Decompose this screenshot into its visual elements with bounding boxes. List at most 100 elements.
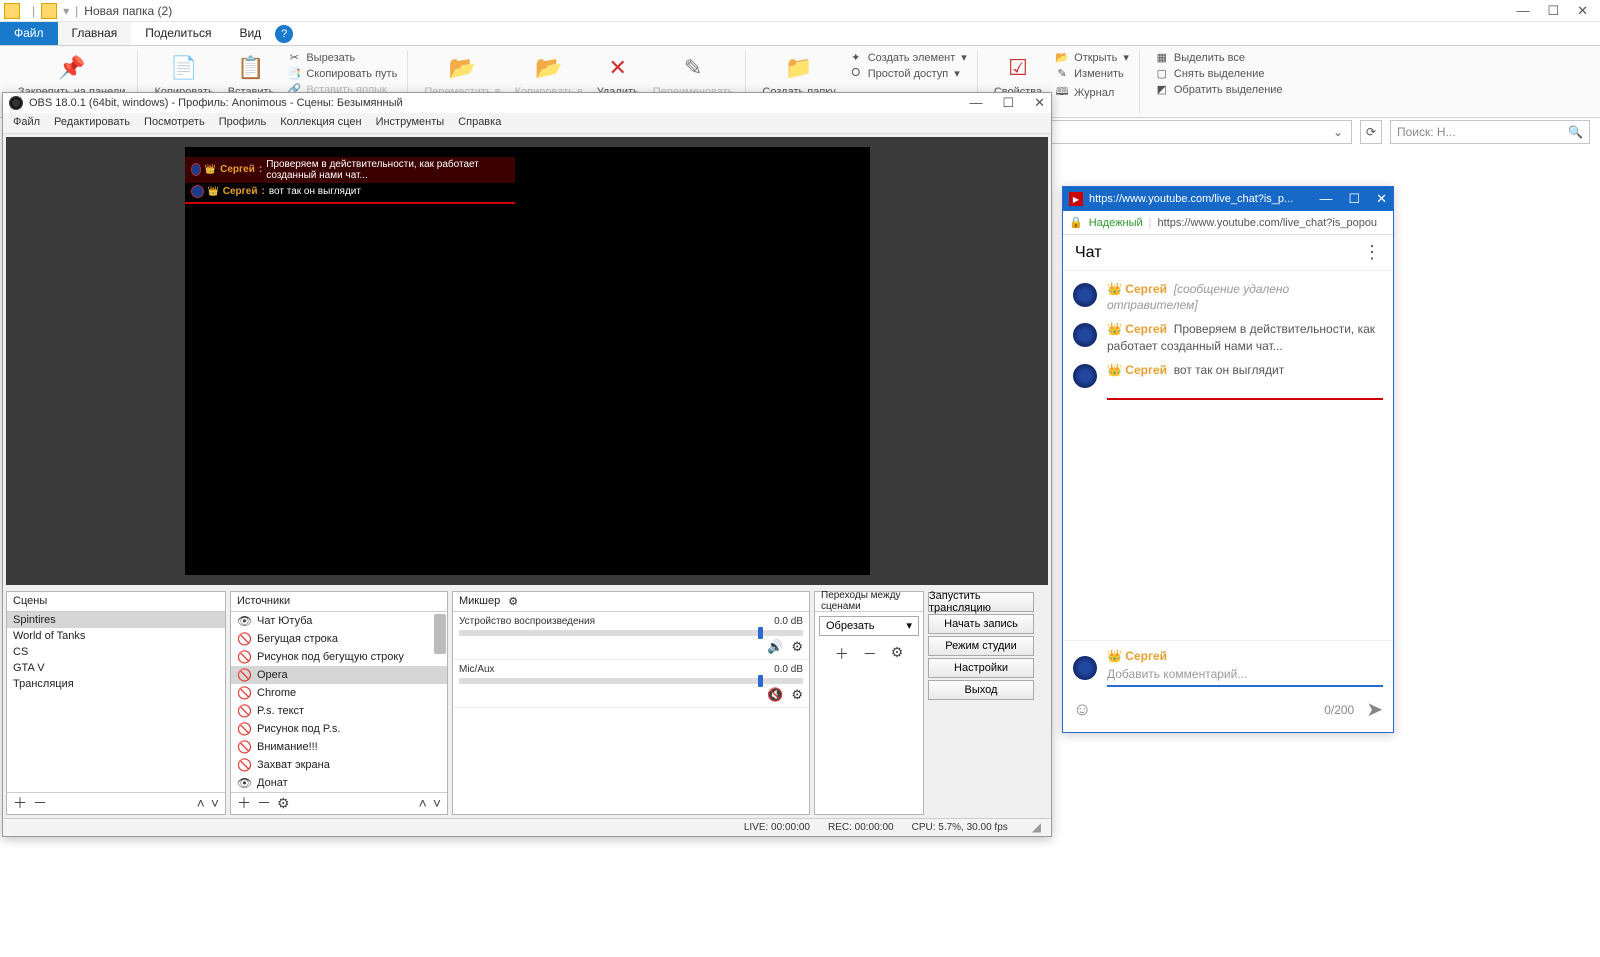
scene-item[interactable]: Трансляция [7,676,225,692]
source-item[interactable]: 👁Донат [231,774,447,792]
start-streaming-button[interactable]: Запустить трансляцию [928,592,1034,612]
gear-icon[interactable]: ⚙ [891,644,904,664]
exit-button[interactable]: Выход [928,680,1034,700]
close-button[interactable]: ✕ [1577,3,1588,19]
resize-grip-icon[interactable]: ◢ [1032,820,1041,834]
emoji-picker-icon[interactable]: ☺ [1073,699,1091,720]
open-button[interactable]: 📂Открыть▾ [1052,50,1131,65]
scene-item[interactable]: GTA V [7,660,225,676]
maximize-button[interactable]: ☐ [1348,191,1360,207]
scene-item[interactable]: CS [7,644,225,660]
move-down-button[interactable]: ˅ [433,795,441,811]
add-button[interactable]: ＋ [13,793,27,813]
add-button[interactable]: ＋ [237,793,251,813]
eye-icon[interactable]: 👁 [237,776,251,790]
move-up-button[interactable]: ˄ [419,795,427,811]
chevron-down-icon[interactable]: ⌄ [1329,125,1347,139]
source-item[interactable]: 👁Чат Ютуба [231,612,447,630]
maximize-button[interactable]: ☐ [1547,3,1559,19]
eye-off-icon[interactable]: 🚫 [237,704,251,718]
menu-help[interactable]: Справка [458,116,501,130]
maximize-button[interactable]: ☐ [1002,95,1014,111]
eye-off-icon[interactable]: 🚫 [237,650,251,664]
menu-tools[interactable]: Инструменты [376,116,445,130]
more-icon[interactable]: ⋮ [1363,242,1381,263]
close-button[interactable]: ✕ [1034,95,1045,111]
remove-button[interactable]: － [257,793,271,813]
eye-off-icon[interactable]: 🚫 [237,758,251,772]
source-item[interactable]: 🚫Chrome [231,684,447,702]
eye-off-icon[interactable]: 🚫 [237,722,251,736]
history-button[interactable]: 🕮Журнал [1052,82,1131,103]
eye-icon[interactable]: 👁 [237,614,251,628]
cut-button[interactable]: ✂Вырезать [284,50,399,65]
menu-profile[interactable]: Профиль [219,116,267,130]
eye-off-icon[interactable]: 🚫 [237,668,251,682]
slider-handle[interactable] [758,627,763,639]
help-icon[interactable]: ? [275,25,293,43]
sources-list[interactable]: 👁Чат Ютуба🚫Бегущая строка🚫Рисунок под бе… [231,612,447,792]
speaker-icon[interactable]: 🔊 [767,639,783,655]
mic-muted-icon[interactable]: 🔇 [767,687,783,703]
volume-slider[interactable] [459,678,803,684]
remove-button[interactable]: － [863,644,877,664]
menu-file[interactable]: Файл [13,116,40,130]
menu-view[interactable]: Посмотреть [144,116,205,130]
settings-button[interactable]: Настройки [928,658,1034,678]
scene-item[interactable]: Spintires [7,612,225,628]
source-item[interactable]: 🚫Рисунок под бегущую строку [231,648,447,666]
minimize-button[interactable]: — [1319,191,1332,207]
menu-scene-collection[interactable]: Коллекция сцен [280,116,361,130]
source-item[interactable]: 🚫Opera [231,666,447,684]
slider-handle[interactable] [758,675,763,687]
chat-message: 👑 Сергей [сообщение удалено отправителем… [1073,277,1383,317]
source-item[interactable]: 🚫Бегущая строка [231,630,447,648]
edit-button[interactable]: ✎Изменить [1052,66,1131,81]
close-button[interactable]: ✕ [1376,191,1387,207]
chat-underline [1107,398,1383,400]
tab-home[interactable]: Главная [58,22,132,45]
invert-selection-button[interactable]: ◩Обратить выделение [1152,82,1285,97]
select-none-button[interactable]: ▢Снять выделение [1152,66,1285,81]
obs-preview[interactable]: 👑 Сергей: Проверяем в действительности, … [6,137,1048,585]
eye-off-icon[interactable]: 🚫 [237,632,251,646]
remove-button[interactable]: － [33,793,47,813]
transition-select[interactable]: Обрезать▾ [819,616,919,636]
menu-edit[interactable]: Редактировать [54,116,130,130]
start-recording-button[interactable]: Начать запись [928,614,1034,634]
gear-icon[interactable]: ⚙ [791,687,803,703]
add-button[interactable]: ＋ [835,644,849,664]
eye-off-icon[interactable]: 🚫 [237,686,251,700]
studio-mode-button[interactable]: Режим студии [928,636,1034,656]
gear-icon[interactable]: ⚙ [508,595,518,608]
scene-item[interactable]: World of Tanks [7,628,225,644]
yt-chat-body[interactable]: 👑 Сергей [сообщение удалено отправителем… [1063,271,1393,640]
scrollbar-thumb[interactable] [434,614,446,654]
easy-access-button[interactable]: ⭘Простой доступ▾ [846,66,969,81]
new-item-button[interactable]: ✦Создать элемент▾ [846,50,969,65]
scenes-list[interactable]: Spintires World of Tanks CS GTA V Трансл… [7,612,225,792]
minimize-button[interactable]: — [969,95,982,111]
search-input[interactable]: Поиск: Н...🔍 [1390,120,1590,144]
comment-input[interactable]: Добавить комментарий... [1107,663,1383,687]
move-up-button[interactable]: ˄ [197,795,205,811]
source-item[interactable]: 🚫Захват экрана [231,756,447,774]
qat-dropdown-icon[interactable]: ▾ [63,4,69,18]
eye-off-icon[interactable]: 🚫 [237,740,251,754]
move-down-button[interactable]: ˅ [211,795,219,811]
yt-address-bar[interactable]: 🔒 Надежный | https://www.youtube.com/liv… [1063,211,1393,235]
refresh-button[interactable]: ⟳ [1360,120,1382,144]
gear-icon[interactable]: ⚙ [791,639,803,655]
volume-slider[interactable] [459,630,803,636]
minimize-button[interactable]: — [1516,3,1529,19]
source-item[interactable]: 🚫Рисунок под P.s. [231,720,447,738]
tab-share[interactable]: Поделиться [131,22,225,45]
send-icon[interactable]: ➤ [1366,697,1383,722]
select-all-button[interactable]: ▦Выделить все [1152,50,1285,65]
gear-icon[interactable]: ⚙ [277,795,290,812]
tab-view[interactable]: Вид [225,22,275,45]
copy-path-button[interactable]: 📑Скопировать путь [284,66,399,81]
source-item[interactable]: 🚫P.s. текст [231,702,447,720]
tab-file[interactable]: Файл [0,22,58,45]
source-item[interactable]: 🚫Внимание!!! [231,738,447,756]
